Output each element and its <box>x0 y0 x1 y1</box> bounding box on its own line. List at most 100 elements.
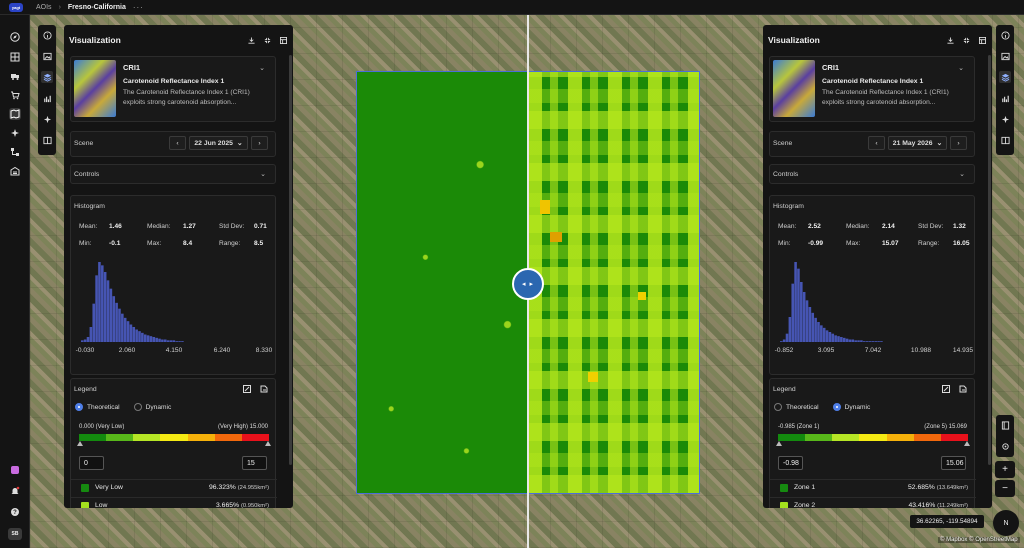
radio-dynamic[interactable]: Dynamic <box>133 403 171 411</box>
compass-north-button[interactable]: N <box>993 510 1019 536</box>
info-icon[interactable] <box>41 29 53 41</box>
histogram-bar <box>857 340 860 342</box>
panel-header: Visualization <box>768 34 986 46</box>
export-icon[interactable] <box>959 385 967 395</box>
stat-min-label: Min: <box>79 240 92 247</box>
cart-nav-icon[interactable] <box>9 89 21 101</box>
layers-icon[interactable] <box>999 71 1011 83</box>
histogram-bar <box>828 332 832 342</box>
stat-std-value: 0.71 <box>254 223 267 230</box>
locate-icon[interactable] <box>999 440 1011 452</box>
layer-selector[interactable]: CRI1 Carotenoid Reflectance Index 1 The … <box>70 56 276 122</box>
controls-section[interactable]: Controls ⌄ <box>70 164 276 184</box>
map-attribution[interactable]: © Mapbox © OpenStreetMap <box>938 537 1020 543</box>
radio-theoretical[interactable]: Theoretical <box>75 403 120 411</box>
layer-selector[interactable]: CRI1 Carotenoid Reflectance Index 1 The … <box>769 56 975 122</box>
panel-layout-icon[interactable] <box>279 36 287 44</box>
radio-indicator[interactable] <box>832 403 841 411</box>
info-icon[interactable] <box>999 29 1011 41</box>
panel-layout-icon[interactable] <box>978 36 986 44</box>
max-value-input[interactable]: 15.06 <box>941 456 966 470</box>
split-view-icon[interactable] <box>41 134 53 146</box>
workflow-nav-icon[interactable] <box>9 146 21 158</box>
notifications-bell-icon[interactable] <box>9 485 21 497</box>
compass-nav-icon[interactable] <box>9 31 21 43</box>
histogram-bar <box>166 340 170 342</box>
chevron-down-icon[interactable]: ⌄ <box>959 170 965 178</box>
layers-grid-nav-icon[interactable] <box>9 51 21 63</box>
zoom-out-button[interactable]: − <box>995 480 1015 497</box>
stat-std-label: Std Dev: <box>918 223 944 230</box>
collapse-icon[interactable] <box>263 36 271 44</box>
chevron-down-icon[interactable]: ⌄ <box>260 170 266 178</box>
edit-icon[interactable] <box>942 385 950 395</box>
next-scene-button[interactable]: › <box>950 136 967 150</box>
radio-dynamic[interactable]: Dynamic <box>832 403 870 411</box>
stat-std-label: Std Dev: <box>219 223 245 230</box>
ramp-max-handle[interactable] <box>265 441 271 446</box>
export-icon[interactable] <box>260 385 268 395</box>
histogram-section: Histogram Mean: 2.52 Median: 2.14 Std De… <box>769 195 975 375</box>
warehouse-nav-icon[interactable] <box>9 165 21 177</box>
legend-class-row[interactable]: Zone 1 52.685% (13.649km²) <box>770 479 976 497</box>
chevron-down-icon[interactable]: ⌄ <box>259 64 265 72</box>
left-map-toolbar <box>38 25 56 155</box>
image-icon[interactable] <box>41 50 53 62</box>
layer-description: The Carotenoid Reflectance Index 1 (CRI1… <box>123 89 250 106</box>
zoom-in-button[interactable]: + <box>995 461 1015 478</box>
more-options-icon[interactable]: ··· <box>133 3 144 12</box>
next-scene-button[interactable]: › <box>251 136 268 150</box>
collapse-icon[interactable] <box>962 36 970 44</box>
ramp-min-handle[interactable] <box>77 441 83 446</box>
image-icon[interactable] <box>999 50 1011 62</box>
layer-thumbnail <box>74 60 116 117</box>
ramp-segment <box>106 434 134 441</box>
histogram-tick-label: 6.240 <box>213 347 231 354</box>
ramp-min-handle[interactable] <box>776 441 782 446</box>
user-avatar[interactable]: SB <box>8 528 22 540</box>
scene-selector: Scene ‹ 22 Jun 2025 ⌄ › <box>70 131 276 157</box>
sparkle-icon[interactable] <box>999 113 1011 125</box>
map-nav-icon[interactable] <box>9 108 21 120</box>
app-logo[interactable]: yagt <box>9 2 23 12</box>
radio-indicator[interactable] <box>133 403 142 411</box>
legend-class-row[interactable]: Zone 2 43.416% (11.249km²) <box>770 497 976 508</box>
panel-scrollbar[interactable] <box>988 55 991 465</box>
radio-indicator[interactable] <box>774 403 782 411</box>
min-value-input[interactable]: 0 <box>79 456 104 470</box>
min-value-input[interactable]: -0.98 <box>778 456 803 470</box>
radio-theoretical[interactable]: Theoretical <box>774 403 819 411</box>
scene-label: Scene <box>773 140 793 147</box>
truck-nav-icon[interactable] <box>9 70 21 82</box>
help-icon[interactable]: ? <box>9 506 21 518</box>
previous-scene-button[interactable]: ‹ <box>868 136 885 150</box>
bar-chart-icon[interactable] <box>41 92 53 104</box>
breadcrumb-root[interactable]: AOIs <box>36 4 52 11</box>
ramp-max-handle[interactable] <box>964 441 970 446</box>
legend-class-row[interactable]: Very Low 96.323% (24.955km²) <box>71 479 277 497</box>
scene-date-dropdown[interactable]: 21 May 2026 ⌄ <box>888 136 947 150</box>
download-icon[interactable] <box>946 36 954 44</box>
sparkle-ai-nav-icon[interactable] <box>9 127 21 139</box>
chevron-down-icon[interactable]: ⌄ <box>958 64 964 72</box>
scene-date-dropdown[interactable]: 22 Jun 2025 ⌄ <box>189 136 248 150</box>
legend-class-row[interactable]: Low 3.665% (0.950km²) <box>71 497 277 508</box>
ramp-segment <box>214 434 242 441</box>
swipe-handle[interactable]: ◂ ▸ <box>512 268 544 300</box>
book-icon[interactable] <box>999 419 1011 431</box>
app-launcher-icon[interactable] <box>9 464 21 476</box>
color-ramp <box>79 434 269 441</box>
stat-median-label: Median: <box>846 223 870 230</box>
radio-indicator[interactable] <box>75 403 83 411</box>
panel-scrollbar[interactable] <box>289 55 292 465</box>
layers-icon[interactable] <box>41 71 53 83</box>
bar-chart-icon[interactable] <box>999 92 1011 104</box>
split-view-icon[interactable] <box>999 134 1011 146</box>
sparkle-icon[interactable] <box>41 113 53 125</box>
previous-scene-button[interactable]: ‹ <box>169 136 186 150</box>
edit-icon[interactable] <box>243 385 251 395</box>
max-value-input[interactable]: 15 <box>242 456 267 470</box>
download-icon[interactable] <box>247 36 255 44</box>
histogram-bar <box>845 338 849 342</box>
controls-section[interactable]: Controls ⌄ <box>769 164 975 184</box>
